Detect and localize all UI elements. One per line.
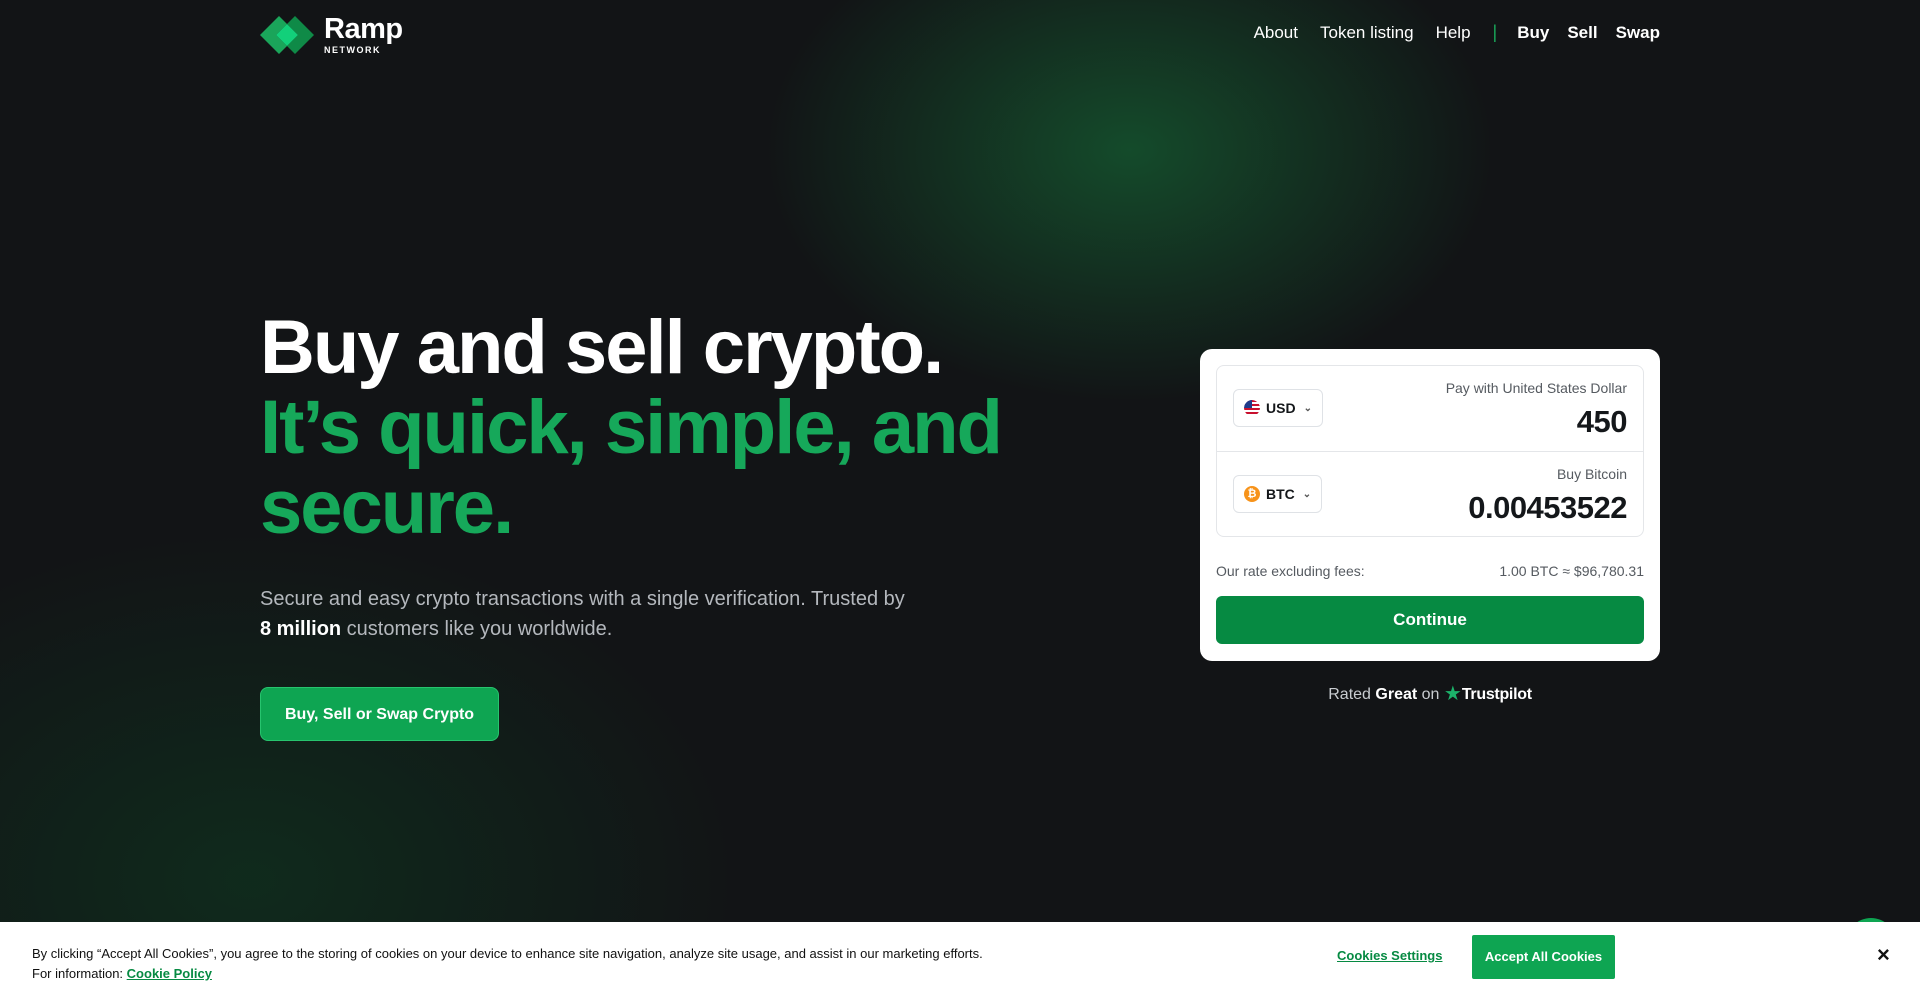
site-header: Ramp NETWORK About Token listing Help | … — [0, 0, 1920, 68]
hero-title-line2: It’s quick, simple, and — [260, 385, 1003, 470]
buy-row: ₿ BTC ⌄ Buy Bitcoin 0.00453522 — [1217, 451, 1643, 536]
cookie-info-label: For information: — [32, 966, 124, 981]
buy-currency-code: BTC — [1266, 486, 1295, 502]
hero-subtitle: Secure and easy crypto transactions with… — [260, 584, 1040, 644]
buy-currency-select[interactable]: ₿ BTC ⌄ — [1233, 475, 1323, 513]
pay-amount-input[interactable]: 450 — [1577, 404, 1628, 440]
pay-currency-select[interactable]: USD ⌄ — [1233, 389, 1323, 427]
trustpilot-star-icon: ★ — [1443, 683, 1462, 705]
hero-subtitle-text: Secure and easy crypto transactions with… — [260, 588, 905, 610]
trustpilot-rating[interactable]: Rated Great on ★Trustpilot — [1200, 681, 1660, 706]
nav-help[interactable]: Help — [1436, 23, 1471, 43]
trustpilot-name: Trustpilot — [1461, 686, 1532, 703]
on-text: on — [1421, 686, 1440, 703]
chevron-down-icon: ⌄ — [1302, 488, 1312, 500]
buy-sell-swap-button[interactable]: Buy, Sell or Swap Crypto — [260, 687, 500, 741]
ramp-logo[interactable]: Ramp NETWORK — [260, 15, 403, 55]
purchase-widget: USD ⌄ Pay with United States Dollar 450 … — [1200, 349, 1660, 661]
logo-name: Ramp — [324, 13, 403, 45]
ramp-logo-icon — [260, 16, 314, 54]
rate-label: Our rate excluding fees: — [1216, 563, 1365, 579]
cookies-settings-button[interactable]: Cookies Settings — [1337, 948, 1442, 963]
continue-button[interactable]: Continue — [1216, 596, 1644, 644]
cookie-policy-link[interactable]: Cookie Policy — [127, 966, 212, 981]
logo-subtitle: NETWORK — [324, 45, 381, 55]
pay-row: USD ⌄ Pay with United States Dollar 450 — [1217, 366, 1643, 451]
rate-value: 1.00 BTC ≈ $96,780.31 — [1499, 563, 1644, 579]
cookie-banner: By clicking “Accept All Cookies”, you ag… — [0, 922, 1920, 993]
nav-sell[interactable]: Sell — [1567, 23, 1597, 43]
close-icon[interactable]: × — [1877, 942, 1890, 968]
hero-title-line3: secure. — [260, 465, 514, 550]
hero-subtitle-rest: customers like you worldwide. — [341, 618, 613, 640]
buy-amount-value[interactable]: 0.00453522 — [1468, 490, 1627, 526]
nav-about[interactable]: About — [1254, 23, 1298, 43]
us-flag-icon — [1244, 400, 1260, 416]
bitcoin-icon: ₿ — [1244, 486, 1260, 502]
hero-title-line1: Buy and sell crypto. — [260, 305, 944, 390]
cookie-message: By clicking “Accept All Cookies”, you ag… — [32, 946, 983, 961]
nav-buy[interactable]: Buy — [1517, 23, 1549, 43]
accept-all-cookies-button[interactable]: Accept All Cookies — [1472, 935, 1615, 979]
chevron-down-icon: ⌄ — [1303, 402, 1312, 414]
nav-swap[interactable]: Swap — [1616, 23, 1660, 43]
pay-currency-code: USD — [1266, 400, 1296, 416]
hero-title: Buy and sell crypto. It’s quick, simple,… — [260, 308, 1040, 548]
hero-section: Buy and sell crypto. It’s quick, simple,… — [260, 308, 1040, 741]
rated-text: Rated — [1328, 686, 1371, 703]
rating-value: Great — [1375, 686, 1418, 703]
nav-token-listing[interactable]: Token listing — [1320, 23, 1414, 43]
cookie-text: By clicking “Accept All Cookies”, you ag… — [32, 944, 983, 984]
pay-label: Pay with United States Dollar — [1445, 380, 1627, 396]
buy-label: Buy Bitcoin — [1556, 466, 1627, 482]
nav-divider: | — [1492, 22, 1498, 42]
hero-subtitle-highlight: 8 million — [260, 618, 342, 640]
exchange-rate: Our rate excluding fees: 1.00 BTC ≈ $96,… — [1216, 563, 1644, 579]
main-nav: About Token listing Help | Buy Sell Swap — [1254, 22, 1660, 43]
